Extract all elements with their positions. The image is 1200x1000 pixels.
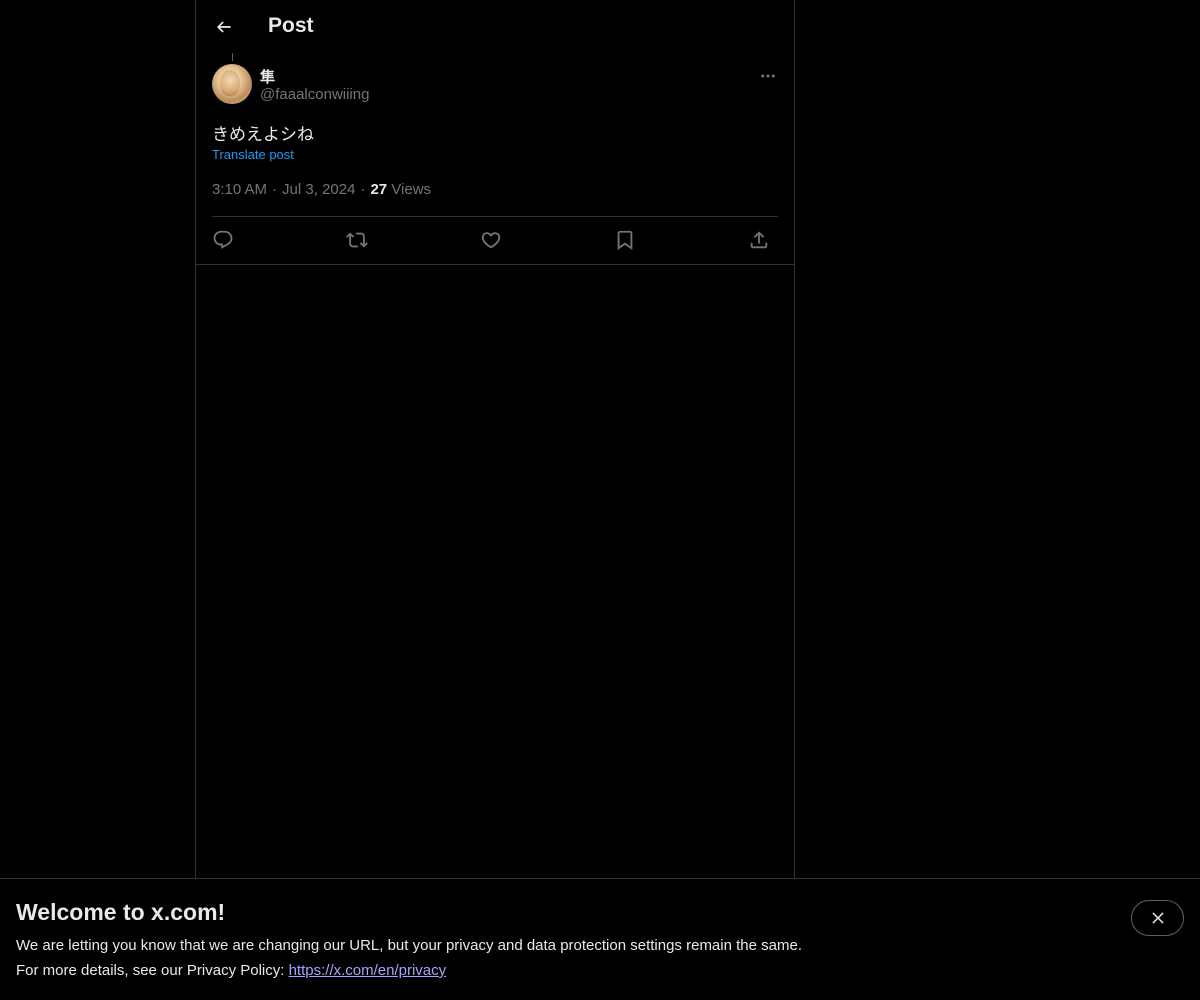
post-text: きめえよシね (212, 125, 314, 144)
action-bar (212, 224, 778, 256)
views-count: 27 (370, 181, 388, 198)
reply-button[interactable] (207, 224, 239, 256)
divider (212, 216, 778, 217)
heart-icon (481, 232, 501, 249)
bookmark-button[interactable] (609, 224, 641, 256)
meta-separator: · (272, 181, 278, 198)
more-horizontal-icon (761, 74, 775, 78)
share-icon (750, 231, 768, 249)
avatar[interactable] (212, 64, 252, 104)
meta-separator: · (360, 181, 366, 198)
like-button[interactable] (475, 224, 507, 256)
banner-policy-prefix: For more details, see our Privacy Policy… (16, 962, 289, 979)
close-banner-button[interactable] (1131, 900, 1184, 936)
views-label: Views (391, 181, 432, 198)
post-meta: 3:10 AM · Jul 3, 2024 · 27 Views (212, 181, 431, 198)
more-button[interactable] (754, 64, 782, 88)
post-date[interactable]: Jul 3, 2024 (282, 181, 355, 198)
post-time[interactable]: 3:10 AM (212, 181, 267, 198)
divider (196, 264, 794, 265)
translate-post-link[interactable]: Translate post (212, 147, 294, 162)
author-display-name[interactable]: 隼 (260, 66, 275, 87)
header: Post (196, 0, 794, 53)
back-button[interactable] (208, 10, 240, 44)
share-button[interactable] (743, 224, 775, 256)
arrow-left-icon (216, 21, 231, 33)
url-change-banner: Welcome to x.com! We are letting you kno… (0, 878, 1200, 1000)
post-column: Post 隼 @faaalconwiiing きめえよシね Translate … (195, 0, 795, 880)
banner-title: Welcome to x.com! (16, 899, 226, 925)
author-handle[interactable]: @faaalconwiiing (260, 86, 369, 103)
page-title: Post (268, 14, 314, 37)
close-icon (1151, 912, 1164, 924)
bookmark-icon (617, 230, 633, 251)
banner-message: We are letting you know that we are chan… (16, 937, 802, 954)
privacy-policy-link[interactable]: https://x.com/en/privacy (289, 962, 447, 979)
thread-connector (232, 53, 233, 61)
banner-policy-line: For more details, see our Privacy Policy… (16, 962, 446, 979)
avatar-image (220, 70, 240, 96)
repost-button[interactable] (341, 224, 373, 256)
repost-icon (346, 232, 368, 248)
reply-icon (213, 230, 233, 249)
